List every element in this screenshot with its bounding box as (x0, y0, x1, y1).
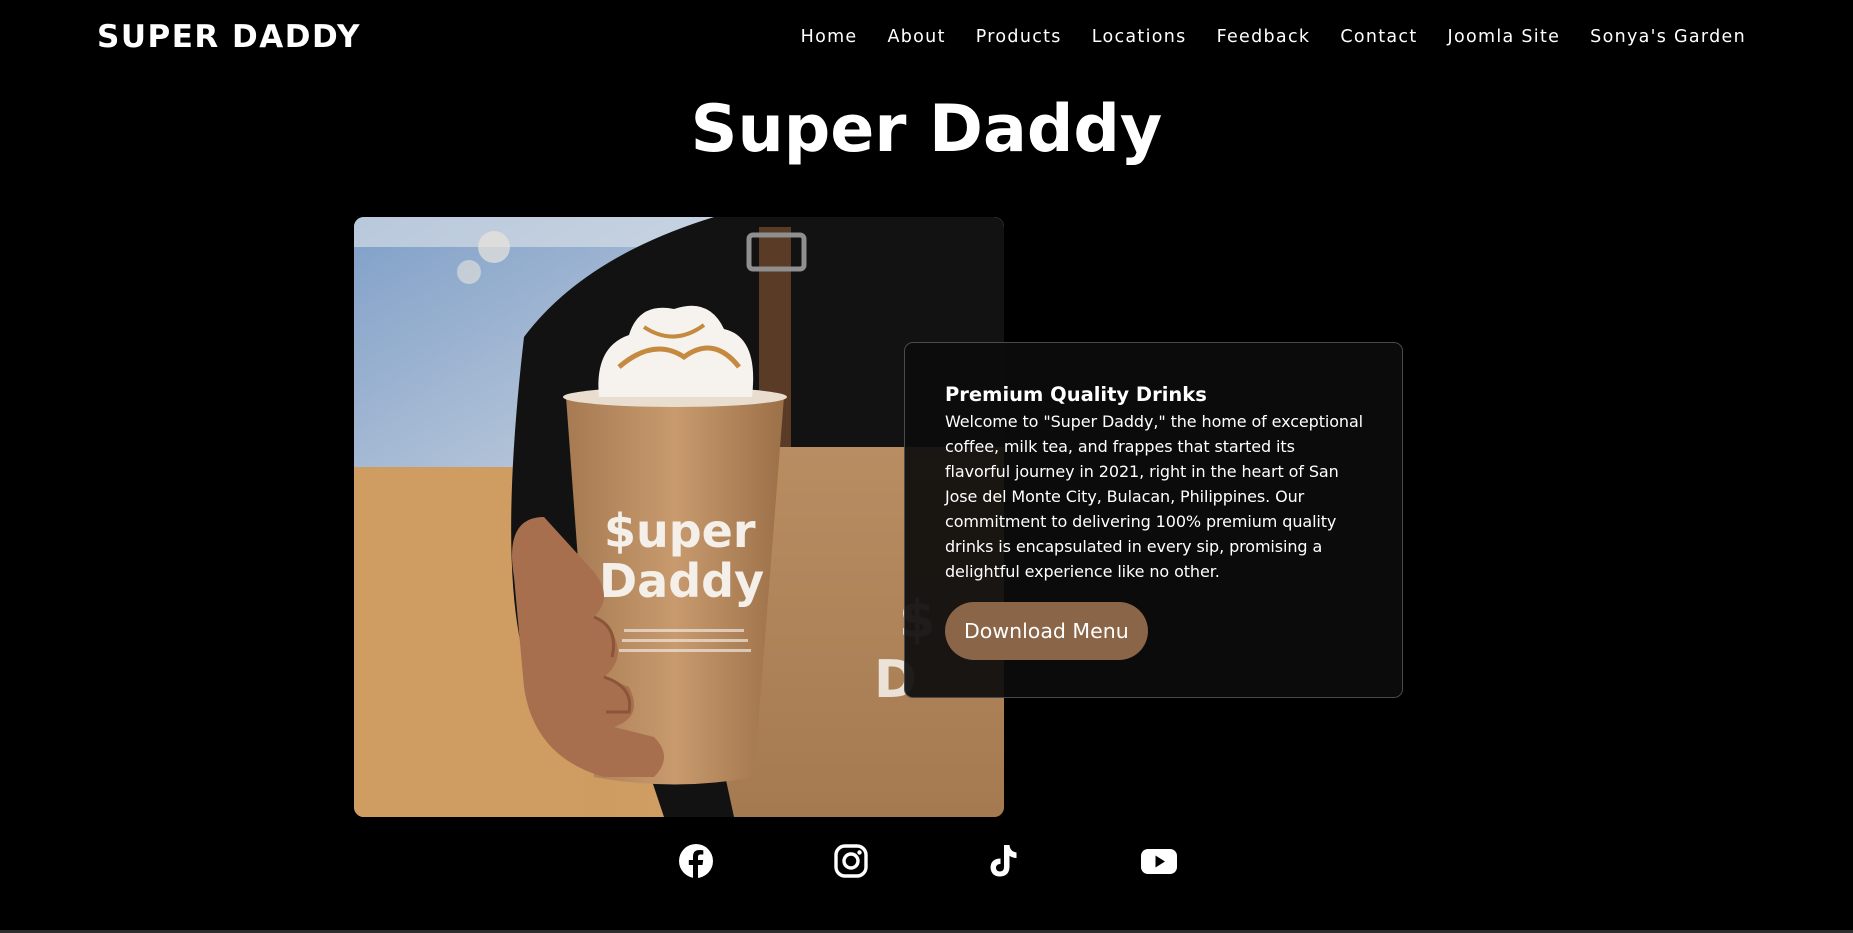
page-title: Super Daddy (690, 92, 1163, 167)
card-heading: Premium Quality Drinks (945, 383, 1207, 406)
social-links (0, 843, 1853, 879)
info-card: Premium Quality Drinks Welcome to "Super… (904, 342, 1403, 698)
cup-print-line2: Daddy (599, 554, 764, 608)
facebook-icon[interactable] (678, 843, 714, 879)
nav-home[interactable]: Home (801, 27, 858, 47)
page: SUPER DADDY Home About Products Location… (0, 0, 1853, 933)
nav-feedback[interactable]: Feedback (1217, 27, 1311, 47)
youtube-icon[interactable] (1141, 843, 1177, 879)
card-description: Welcome to "Super Daddy," the home of ex… (945, 412, 1364, 581)
nav-locations[interactable]: Locations (1092, 27, 1187, 47)
tiktok-icon[interactable] (985, 843, 1021, 879)
nav-contact[interactable]: Contact (1340, 27, 1417, 47)
nav-sonyas-garden[interactable]: Sonya's Garden (1590, 27, 1746, 47)
nav-about[interactable]: About (888, 27, 946, 47)
instagram-icon[interactable] (833, 843, 869, 879)
download-menu-button[interactable]: Download Menu (945, 602, 1148, 660)
cup-print-line1: $uper (604, 504, 756, 558)
nav-joomla-site[interactable]: Joomla Site (1448, 27, 1561, 47)
site-header: SUPER DADDY Home About Products Location… (0, 0, 1853, 78)
site-logo[interactable]: SUPER DADDY (97, 19, 361, 55)
nav-products[interactable]: Products (976, 27, 1062, 47)
main-nav: Home About Products Locations Feedback C… (801, 27, 1746, 47)
